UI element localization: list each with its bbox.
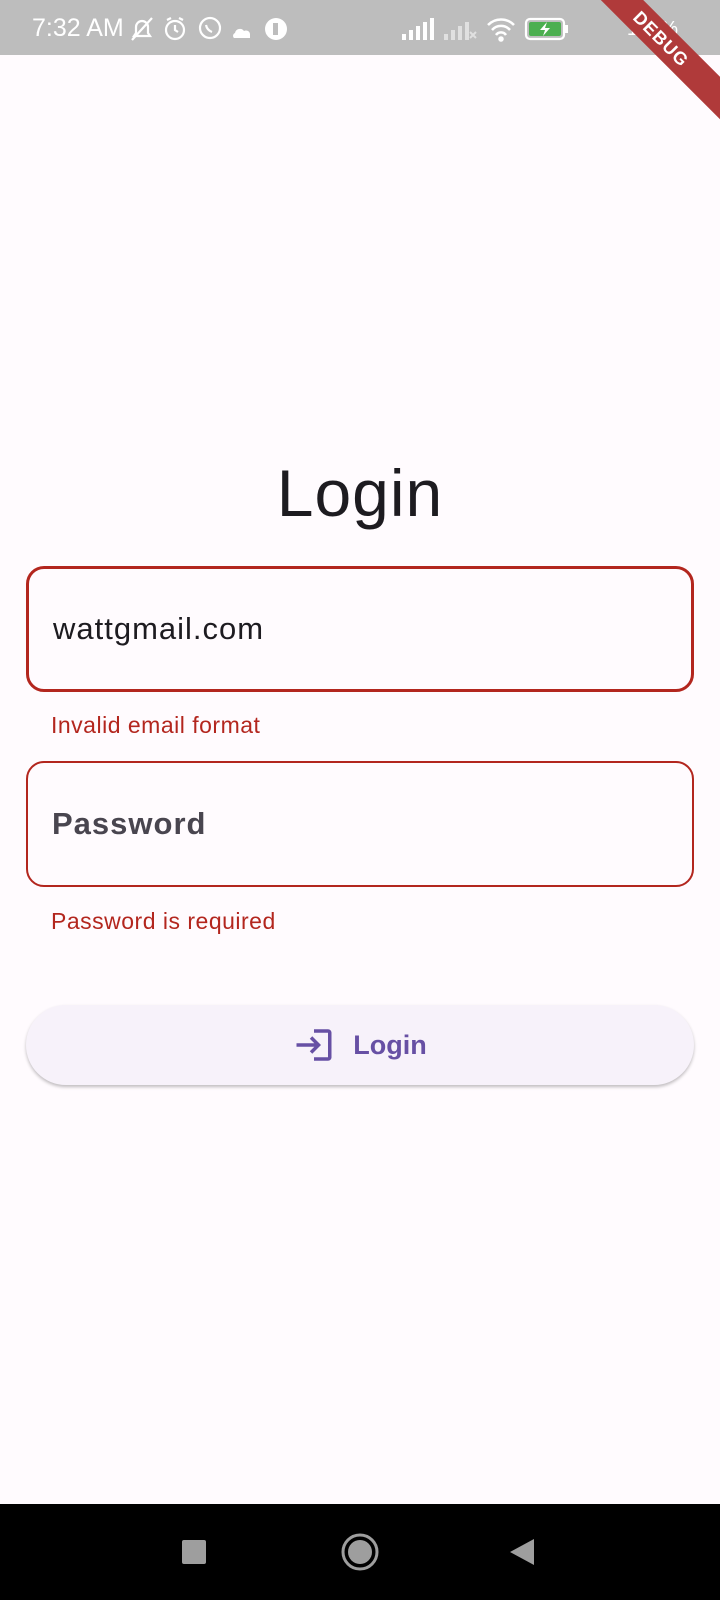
status-left-icons (131, 16, 287, 41)
login-button[interactable]: Login (26, 1005, 694, 1085)
alarm-icon (164, 17, 186, 41)
whatsapp-icon (198, 16, 222, 40)
login-icon (296, 1029, 332, 1061)
circle-app-icon (265, 18, 287, 40)
status-right-icons (402, 17, 568, 42)
password-field-placeholder[interactable]: Password (52, 763, 206, 885)
recents-button[interactable] (170, 1528, 218, 1576)
back-button[interactable] (498, 1528, 546, 1576)
system-nav-bar (0, 1504, 720, 1600)
wifi-icon (487, 18, 515, 42)
email-field-value[interactable]: wattgmail.com (53, 569, 264, 689)
email-field[interactable]: wattgmail.com (26, 566, 694, 692)
login-button-label: Login (353, 1029, 427, 1060)
page-title: Login (276, 456, 444, 530)
home-circle-icon (341, 1533, 379, 1571)
password-field[interactable]: Password (26, 761, 694, 887)
home-button[interactable] (336, 1528, 384, 1576)
back-triangle-icon (510, 1539, 534, 1565)
cloud-icon (233, 28, 250, 38)
signal-icon (402, 18, 434, 40)
email-error-text: Invalid email format (51, 712, 261, 738)
battery-charging-icon (524, 17, 568, 41)
recents-square-icon (182, 1540, 206, 1564)
status-time: 7:32 AM (32, 14, 124, 42)
signal-off-icon (444, 22, 477, 40)
bell-off-icon (131, 17, 153, 41)
password-error-text: Password is required (51, 908, 276, 934)
